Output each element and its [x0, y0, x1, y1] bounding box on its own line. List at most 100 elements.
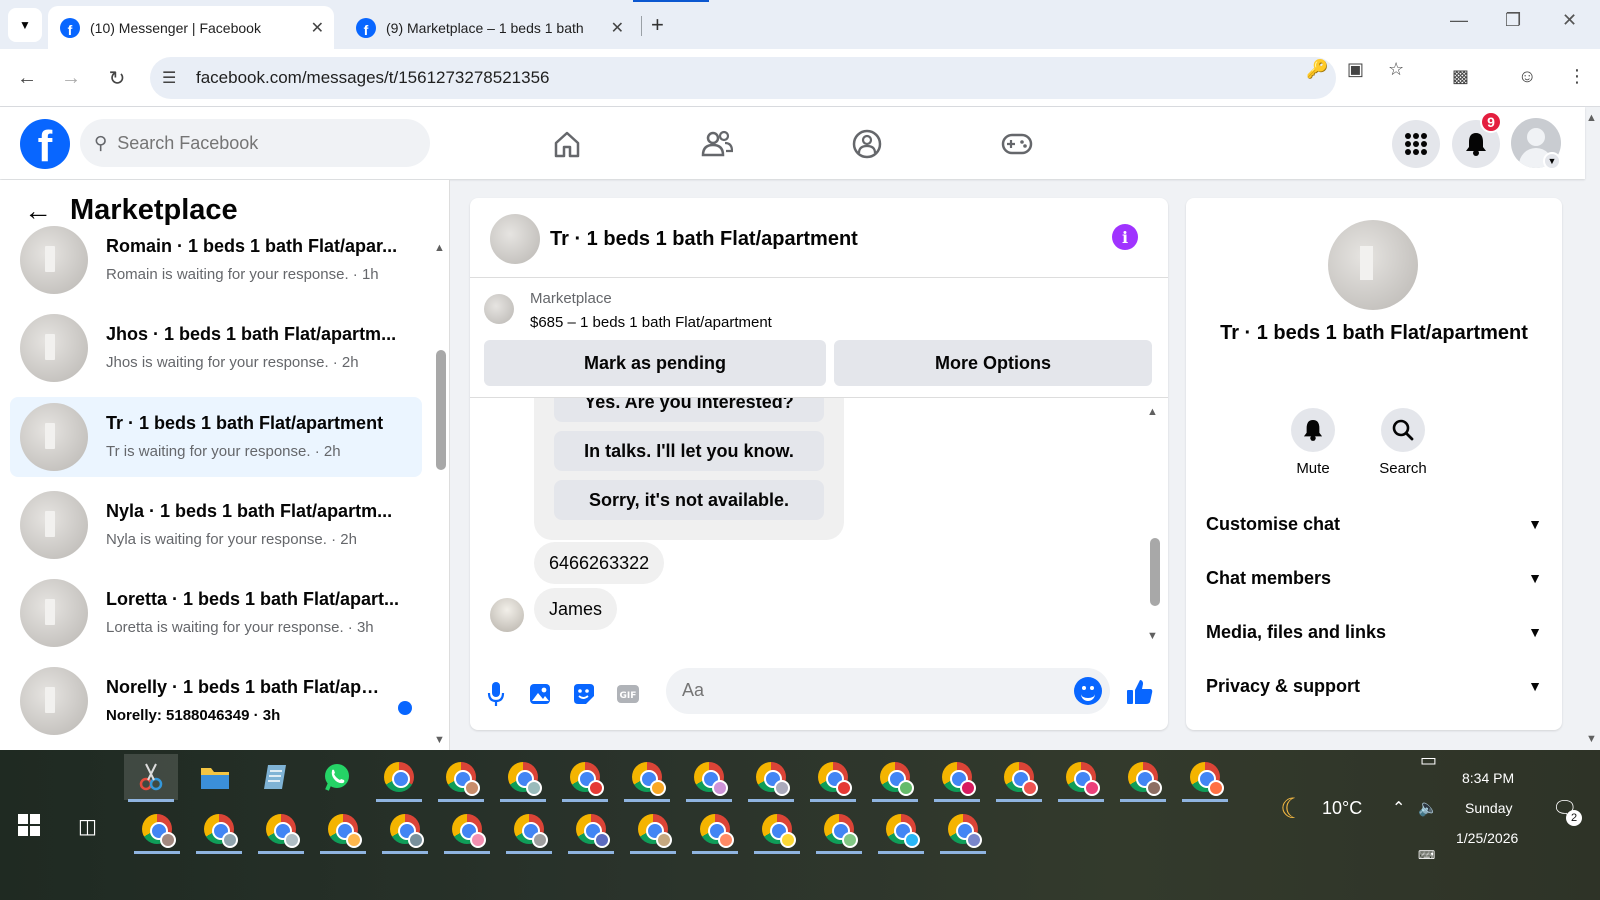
conversation-list-scrollbar[interactable] — [436, 350, 446, 470]
chat-avatar[interactable] — [490, 214, 540, 264]
taskbar-app-chrome-profile[interactable] — [688, 806, 742, 854]
install-app-icon[interactable]: ▣ — [1347, 59, 1364, 80]
facebook-search[interactable]: ⚲ — [80, 119, 430, 167]
taskbar-app-notepad[interactable] — [248, 754, 302, 800]
gaming-nav[interactable] — [1000, 127, 1034, 161]
restore-button[interactable]: ❐ — [1505, 10, 1521, 31]
minimize-button[interactable]: — — [1450, 10, 1468, 31]
taskbar-app-chrome-profile[interactable] — [936, 806, 990, 854]
mute-action[interactable]: Mute — [1278, 408, 1348, 477]
menu-button[interactable] — [1392, 120, 1440, 168]
conversation-item[interactable]: Romain · 1 beds 1 bath Flat/apar... Roma… — [10, 220, 422, 300]
scroll-up-arrow[interactable]: ▲ — [1147, 406, 1158, 418]
facebook-logo-icon[interactable]: f — [20, 119, 70, 169]
taskbar-app-chrome-profile[interactable] — [130, 806, 184, 854]
page-scroll-up-arrow[interactable]: ▲ — [1586, 112, 1597, 124]
media-files-links-section[interactable]: Media, files and links ▼ — [1206, 612, 1542, 652]
listing-thumbnail[interactable] — [484, 294, 514, 324]
password-key-icon[interactable]: 🔑 — [1306, 59, 1328, 80]
profile-avatar[interactable] — [1328, 220, 1418, 310]
tab-messenger[interactable]: f (10) Messenger | Facebook ✕ — [48, 6, 334, 49]
search-input[interactable] — [117, 132, 398, 154]
taskbar-app-chrome-profile[interactable] — [750, 806, 804, 854]
quick-reply-button[interactable]: In talks. I'll let you know. — [554, 431, 824, 471]
conversation-item[interactable]: Nyla · 1 beds 1 bath Flat/apartm... Nyla… — [10, 485, 422, 565]
close-tab-icon[interactable]: ✕ — [611, 18, 624, 38]
taskbar-app-chrome-profile[interactable] — [192, 806, 246, 854]
back-button[interactable]: ← — [12, 63, 42, 93]
taskbar-app-chrome-profile[interactable] — [502, 806, 556, 854]
taskbar-app-chrome-profile[interactable] — [558, 754, 612, 802]
taskbar-app-chrome-profile[interactable] — [744, 754, 798, 802]
conversation-item[interactable]: Jhos · 1 beds 1 bath Flat/apartm... Jhos… — [10, 308, 422, 388]
profile-icon[interactable]: ☺ — [1518, 66, 1536, 87]
reload-button[interactable]: ↻ — [102, 63, 132, 93]
windows-start-icon[interactable] — [18, 814, 40, 836]
page-scroll-down-arrow[interactable]: ▼ — [1586, 733, 1597, 745]
privacy-support-section[interactable]: Privacy & support ▼ — [1206, 666, 1542, 706]
chat-title[interactable]: Tr · 1 beds 1 bath Flat/apartment — [550, 228, 858, 251]
home-nav[interactable] — [550, 127, 584, 161]
info-icon[interactable]: i — [1112, 224, 1138, 250]
taskbar-app-chrome[interactable] — [372, 754, 426, 802]
temperature-text[interactable]: 10°C — [1322, 798, 1362, 819]
attach-photo-button[interactable] — [526, 680, 554, 708]
site-settings-icon[interactable]: ☰ — [162, 68, 176, 88]
keyboard-icon[interactable]: ⌨ — [1418, 848, 1435, 862]
taskbar-app-chrome-profile[interactable] — [496, 754, 550, 802]
action-center-icon[interactable]: ▭ — [1420, 750, 1437, 771]
volume-icon[interactable]: 🔈 — [1418, 798, 1438, 818]
close-window-button[interactable]: ✕ — [1562, 10, 1577, 31]
more-options-button[interactable]: More Options — [834, 340, 1152, 386]
account-caret-icon[interactable]: ▼ — [1543, 152, 1561, 170]
tab-marketplace[interactable]: f (9) Marketplace – 1 beds 1 bath ✕ — [344, 6, 634, 49]
emoji-icon[interactable] — [1074, 677, 1102, 705]
taskbar-app-chrome-profile[interactable] — [440, 806, 494, 854]
scroll-down-arrow[interactable]: ▼ — [1147, 630, 1158, 642]
customise-chat-section[interactable]: Customise chat ▼ — [1206, 504, 1542, 544]
taskbar-app-snipping[interactable] — [124, 754, 178, 802]
taskbar-app-chrome-profile[interactable] — [874, 806, 928, 854]
taskbar-app-chrome-profile[interactable] — [626, 806, 680, 854]
conversation-item[interactable]: Loretta · 1 beds 1 bath Flat/apart... Lo… — [10, 573, 422, 653]
voice-clip-button[interactable] — [482, 680, 510, 708]
like-button[interactable] — [1126, 678, 1154, 706]
mark-as-pending-button[interactable]: Mark as pending — [484, 340, 826, 386]
clock-time[interactable]: 8:34 PM — [1462, 770, 1514, 786]
clock-date[interactable]: 1/25/2026 — [1456, 830, 1518, 846]
mute-button[interactable] — [1291, 408, 1335, 452]
extensions-icon[interactable]: ▩ — [1452, 66, 1469, 87]
new-tab-button[interactable]: + — [651, 12, 664, 38]
conversation-item-selected[interactable]: Tr · 1 beds 1 bath Flat/apartment Tr is … — [10, 397, 422, 477]
browser-menu-icon[interactable]: ⋮ — [1568, 66, 1586, 87]
taskbar-app-chrome-profile[interactable] — [1054, 754, 1108, 802]
bookmark-star-icon[interactable]: ☆ — [1388, 59, 1404, 80]
quick-reply-button[interactable]: Sorry, it's not available. — [554, 480, 824, 520]
taskbar-app-whatsapp[interactable] — [310, 754, 364, 800]
taskbar-app-chrome-profile[interactable] — [682, 754, 736, 802]
taskbar-app-chrome-profile[interactable] — [1116, 754, 1170, 802]
moon-weather-icon[interactable]: ☾ — [1280, 792, 1305, 825]
message-input[interactable] — [682, 680, 1062, 701]
address-bar[interactable]: ☰ facebook.com/messages/t/15612732785213… — [150, 57, 1336, 99]
gif-button[interactable]: GIF — [614, 680, 642, 708]
taskbar-app-chrome-profile[interactable] — [1178, 754, 1232, 802]
conversation-item[interactable]: Norelly · 1 beds 1 bath Flat/apa... Nore… — [10, 661, 422, 741]
taskbar-app-chrome-profile[interactable] — [378, 806, 432, 854]
groups-nav[interactable] — [850, 127, 884, 161]
taskbar-app-chrome-profile[interactable] — [434, 754, 488, 802]
taskbar-app-file-explorer[interactable] — [188, 754, 242, 800]
scroll-up-arrow[interactable]: ▲ — [434, 242, 445, 254]
close-tab-icon[interactable]: ✕ — [311, 18, 324, 38]
message-scrollbar[interactable] — [1150, 538, 1160, 606]
chat-members-section[interactable]: Chat members ▼ — [1206, 558, 1542, 598]
search-in-chat-button[interactable] — [1381, 408, 1425, 452]
taskbar-app-chrome-profile[interactable] — [812, 806, 866, 854]
tab-search-button[interactable]: ▼ — [8, 8, 42, 42]
taskbar-app-chrome-profile[interactable] — [930, 754, 984, 802]
forward-button[interactable]: → — [56, 63, 86, 93]
show-hidden-icons-icon[interactable]: ⌃ — [1392, 798, 1405, 818]
taskbar-app-chrome-profile[interactable] — [564, 806, 618, 854]
search-action[interactable]: Search — [1368, 408, 1438, 477]
quick-reply-button[interactable]: Yes. Are you interested? — [554, 398, 824, 422]
